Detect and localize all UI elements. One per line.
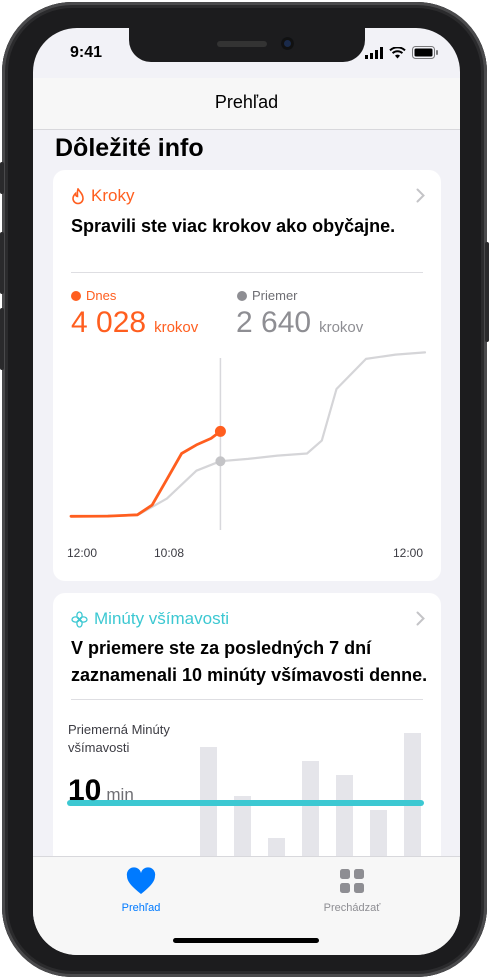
volume-up-button <box>0 232 4 294</box>
speaker <box>217 41 267 47</box>
status-icons <box>365 46 438 59</box>
series-average-line <box>69 351 427 518</box>
status-time: 9:41 <box>70 44 103 61</box>
notch <box>129 28 365 62</box>
battery-icon <box>412 46 438 59</box>
tick-end: 12:00 <box>393 546 424 560</box>
mute-switch <box>0 162 4 194</box>
tick-now: 10:08 <box>154 546 185 560</box>
grid-icon <box>340 869 364 893</box>
home-indicator <box>173 938 319 943</box>
wifi-icon <box>389 46 406 58</box>
mindful-average-label-line2: všímavosti <box>68 740 130 755</box>
bar <box>200 747 217 873</box>
volume-down-button <box>0 308 4 370</box>
mindful-average-number: 10 <box>68 774 102 807</box>
phone-frame: 9:41 Prehľad Dôležité info Kroky Spravil… <box>0 2 489 977</box>
mindful-average-label-line1: Priemerná Minúty <box>68 722 170 737</box>
mindful-average-unit: min <box>106 785 134 804</box>
tab-summary[interactable]: Prehľad <box>81 867 201 914</box>
power-button <box>485 242 489 342</box>
signal-icon <box>365 46 383 59</box>
mindful-average-label: Priemerná Minúty všímavosti <box>68 721 170 757</box>
tick-start: 12:00 <box>67 546 98 560</box>
steps-card[interactable]: Kroky Spravili ste viac krokov ako obyča… <box>53 170 441 581</box>
series-today-line <box>69 429 222 518</box>
section-title: Dôležité info <box>55 134 204 162</box>
mindful-average-value: 10 min <box>68 774 134 808</box>
today-current-point <box>214 425 226 437</box>
navigation-bar: Prehľad <box>33 78 460 130</box>
tab-browse-label: Prechádzať <box>323 902 381 914</box>
average-current-point <box>215 456 226 467</box>
nav-title: Prehľad <box>214 92 279 112</box>
screen: 9:41 Prehľad Dôležité info Kroky Spravil… <box>33 28 460 955</box>
front-camera <box>281 37 294 50</box>
steps-chart <box>69 351 427 530</box>
tab-summary-label: Prehľad <box>121 902 161 914</box>
heart-icon <box>126 867 156 894</box>
tab-browse[interactable]: Prechádzať <box>292 867 412 914</box>
mindful-card[interactable]: Minúty všímavosti V priemere ste za posl… <box>53 593 441 873</box>
